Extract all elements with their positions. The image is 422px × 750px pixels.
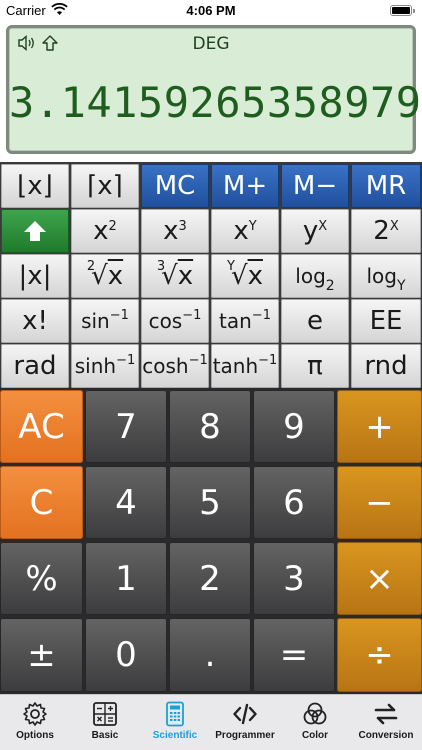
euler-button[interactable]: e [281, 299, 349, 343]
digit-5-button[interactable]: 5 [169, 466, 251, 539]
subtract-button[interactable]: − [337, 466, 422, 539]
digit-8-button[interactable]: 8 [169, 390, 251, 463]
digit-7-button[interactable]: 7 [85, 390, 167, 463]
arccos-label: cos−1 [148, 308, 202, 333]
arccos-button[interactable]: cos−1 [141, 299, 209, 343]
digit-2-button[interactable]: 2 [169, 542, 251, 615]
scientific-calculator-icon [166, 701, 184, 727]
clock: 4:06 PM [186, 3, 236, 18]
cube-root-button[interactable]: 3 √ x [141, 254, 209, 298]
tab-color[interactable]: Color [280, 701, 350, 749]
random-button[interactable]: rnd [351, 344, 421, 388]
digit-1-button[interactable]: 1 [85, 542, 167, 615]
tab-basic-label: Basic [91, 730, 119, 741]
digit-6-button[interactable]: 6 [253, 466, 335, 539]
rad-button[interactable]: rad [1, 344, 69, 388]
tab-bar: Options Basic Scientific Programmer Colo… [0, 694, 422, 750]
floor-button[interactable]: ⌊x⌋ [1, 164, 69, 208]
tab-options-label: Options [16, 730, 54, 741]
square-button[interactable]: x2 [71, 209, 139, 253]
cube-label: x3 [163, 216, 187, 246]
swap-arrows-icon [374, 703, 398, 725]
y-power-x-button[interactable]: yX [281, 209, 349, 253]
status-bar: Carrier 4:06 PM [0, 0, 422, 22]
two-power-x-label: 2X [373, 216, 399, 246]
main-keypad: AC 7 8 9 + C 4 5 6 − % 1 2 3 × ± 0 . = ÷ [0, 388, 422, 694]
digit-9-button[interactable]: 9 [253, 390, 335, 463]
angle-mode-indicator: DEG [192, 34, 230, 54]
tab-programmer-label: Programmer [215, 730, 275, 741]
y-power-x-label: yX [302, 216, 328, 246]
arctanh-button[interactable]: tanh−1 [211, 344, 279, 388]
tab-programmer[interactable]: Programmer [210, 701, 280, 749]
calculator-icon [93, 702, 117, 726]
exponent-button[interactable]: EE [351, 299, 421, 343]
tab-basic[interactable]: Basic [70, 701, 140, 749]
arctanh-label: tanh−1 [212, 353, 278, 378]
color-circles-icon [303, 702, 327, 725]
memory-recall-button[interactable]: MR [351, 164, 421, 208]
tab-conversion[interactable]: Conversion [350, 701, 422, 749]
memory-add-button[interactable]: M+ [211, 164, 279, 208]
display-area: DEG 3.14159265358979 [0, 22, 422, 162]
log2-button[interactable]: log2 [281, 254, 349, 298]
log2-label: log2 [295, 264, 335, 294]
arcsinh-label: sinh−1 [74, 353, 136, 378]
ceil-button[interactable]: ⌈x⌉ [71, 164, 139, 208]
equals-button[interactable]: = [253, 618, 335, 692]
square-label: x2 [93, 216, 117, 246]
percent-button[interactable]: % [0, 542, 83, 615]
cube-root-label: 3 √ x [156, 258, 194, 292]
tab-color-label: Color [301, 730, 329, 741]
tab-options[interactable]: Options [0, 701, 70, 749]
arctan-label: tan−1 [219, 308, 271, 333]
memory-subtract-button[interactable]: M− [281, 164, 349, 208]
two-power-x-button[interactable]: 2X [351, 209, 421, 253]
lcd-screen[interactable]: DEG 3.14159265358979 [6, 25, 422, 154]
logy-label: logY [366, 264, 406, 294]
clear-button[interactable]: C [0, 466, 83, 539]
tab-scientific[interactable]: Scientific [140, 701, 210, 749]
pi-button[interactable]: π [281, 344, 349, 388]
second-function-button[interactable] [1, 209, 69, 253]
square-root-label: 2 √ x [86, 258, 124, 292]
cube-button[interactable]: x3 [141, 209, 209, 253]
logy-button[interactable]: logY [351, 254, 421, 298]
divide-button[interactable]: ÷ [337, 618, 422, 692]
digit-3-button[interactable]: 3 [253, 542, 335, 615]
plus-minus-button[interactable]: ± [0, 618, 83, 692]
x-power-y-button[interactable]: xY [211, 209, 279, 253]
arccosh-button[interactable]: cosh−1 [141, 344, 209, 388]
factorial-button[interactable]: x! [1, 299, 69, 343]
display-value: 3.14159265358979 [9, 78, 422, 127]
digit-4-button[interactable]: 4 [85, 466, 167, 539]
arcsin-button[interactable]: sin−1 [71, 299, 139, 343]
multiply-button[interactable]: × [337, 542, 422, 615]
code-icon [233, 703, 257, 725]
shift-arrow-icon [24, 221, 46, 241]
battery-icon [390, 5, 415, 16]
decimal-point-button[interactable]: . [169, 618, 251, 692]
square-root-button[interactable]: 2 √ x [71, 254, 139, 298]
memory-clear-button[interactable]: MC [141, 164, 209, 208]
digit-0-button[interactable]: 0 [85, 618, 167, 692]
arcsin-label: sin−1 [81, 308, 129, 333]
add-button[interactable]: + [337, 390, 422, 463]
tab-scientific-label: Scientific [152, 730, 198, 741]
y-root-label: Y √ x [227, 258, 263, 292]
x-power-y-label: xY [233, 216, 257, 246]
all-clear-button[interactable]: AC [0, 390, 83, 463]
arccosh-label: cosh−1 [142, 353, 208, 378]
absolute-value-button[interactable]: |x| [1, 254, 69, 298]
gear-icon [23, 702, 47, 726]
arctan-button[interactable]: tan−1 [211, 299, 279, 343]
y-root-button[interactable]: Y √ x [211, 254, 279, 298]
tab-conversion-label: Conversion [358, 730, 414, 741]
arcsinh-button[interactable]: sinh−1 [71, 344, 139, 388]
scientific-keypad: ⌊x⌋ ⌈x⌉ MC M+ M− MR x2 x3 xY yX 2X |x| 2… [0, 162, 422, 388]
